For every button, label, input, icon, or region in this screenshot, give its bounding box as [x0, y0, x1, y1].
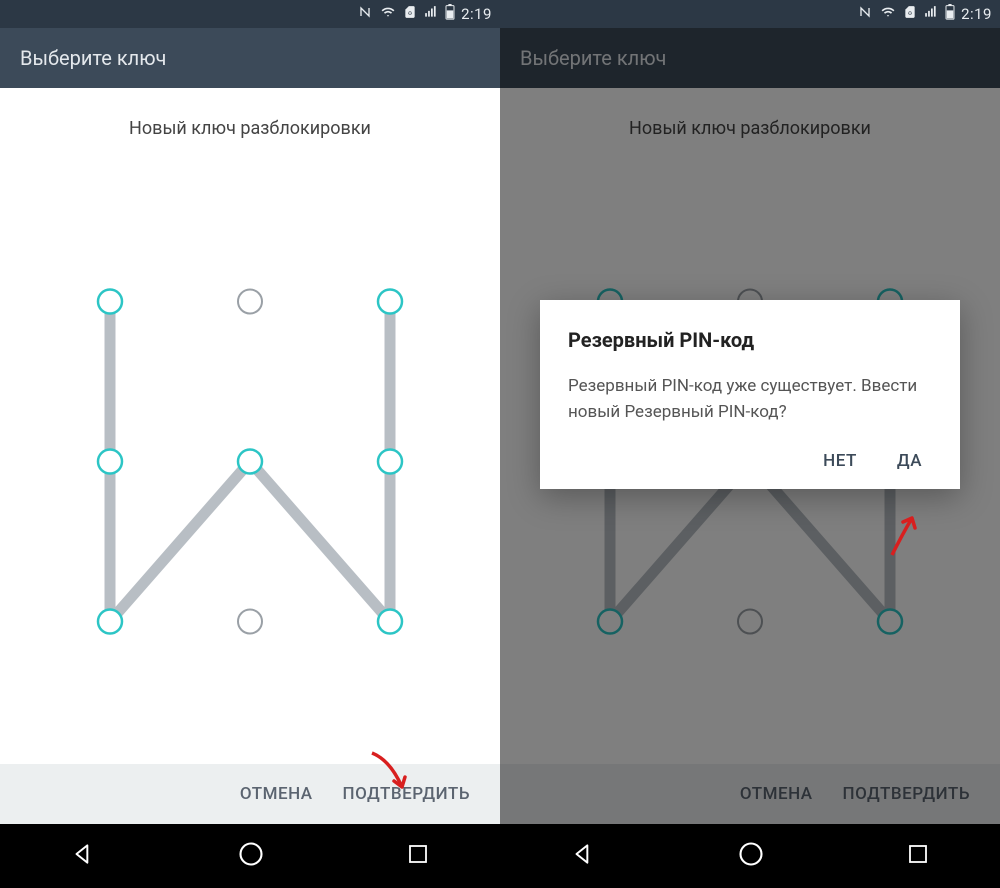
dialog-no-button[interactable]: НЕТ — [823, 451, 857, 471]
confirm-button[interactable]: ПОДТВЕРДИТЬ — [343, 784, 470, 804]
app-title: Выберите ключ — [20, 46, 166, 70]
pattern-lock-area[interactable] — [0, 159, 500, 764]
battery-icon — [945, 4, 955, 24]
wifi-icon — [879, 5, 897, 23]
dialog-yes-button[interactable]: ДА — [897, 451, 922, 471]
signal-icon — [423, 5, 439, 23]
battery-icon — [445, 4, 455, 24]
phone-screen-left: 2:19 Выберите ключ Новый ключ разблокиро… — [0, 0, 500, 888]
status-bar: 2:19 — [500, 0, 1000, 28]
status-icons — [357, 4, 455, 24]
status-time: 2:19 — [961, 5, 992, 23]
app-bar: Выберите ключ — [0, 28, 500, 88]
cancel-button[interactable]: ОТМЕНА — [240, 784, 313, 804]
status-bar: 2:19 — [0, 0, 500, 28]
instruction-text: Новый ключ разблокировки — [0, 88, 500, 159]
dialog-body: Резервный PIN-код уже существует. Ввести… — [568, 374, 932, 425]
dialog-actions: НЕТ ДА — [568, 451, 932, 471]
phone-screen-right: 2:19 Выберите ключ Новый ключ разблокиро… — [500, 0, 1000, 888]
sim-icon — [403, 4, 417, 24]
status-time: 2:19 — [461, 5, 492, 23]
nfc-icon — [857, 4, 873, 24]
back-button[interactable] — [570, 841, 596, 871]
home-button[interactable] — [737, 840, 765, 872]
signal-icon — [923, 5, 939, 23]
content-area: Новый ключ разблокировки — [0, 88, 500, 764]
navigation-bar — [0, 824, 500, 888]
sim-icon — [903, 4, 917, 24]
back-button[interactable] — [70, 841, 96, 871]
recent-apps-button[interactable] — [406, 842, 430, 870]
pattern-svg — [0, 159, 500, 764]
nfc-icon — [357, 4, 373, 24]
wifi-icon — [379, 5, 397, 23]
recent-apps-button[interactable] — [906, 842, 930, 870]
footer-buttons: ОТМЕНА ПОДТВЕРДИТЬ — [0, 764, 500, 824]
home-button[interactable] — [237, 840, 265, 872]
navigation-bar — [500, 824, 1000, 888]
backup-pin-dialog: Резервный PIN-код Резервный PIN-код уже … — [540, 300, 960, 489]
dialog-title: Резервный PIN-код — [568, 328, 932, 352]
status-icons — [857, 4, 955, 24]
